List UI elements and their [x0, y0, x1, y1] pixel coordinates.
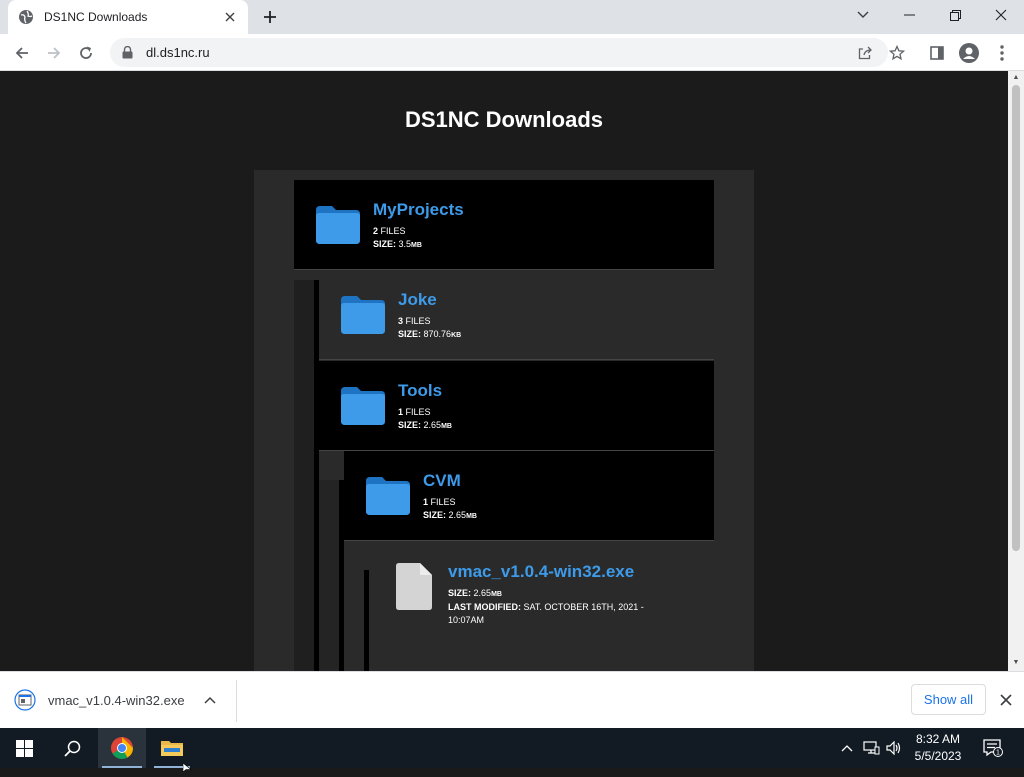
- scroll-up-icon[interactable]: ▲: [1012, 74, 1020, 82]
- windows-start-icon[interactable]: [0, 728, 48, 768]
- file-icon: [396, 563, 432, 610]
- forward-icon[interactable]: [41, 40, 67, 66]
- new-tab-icon[interactable]: [260, 7, 280, 27]
- file-tree-panel: MyProjects 2 FILES SIZE: 3.5MB Joke 3 FI…: [254, 170, 754, 671]
- folder-meta: 1 FILES SIZE: 2.65MB: [423, 497, 477, 520]
- file-row-vmac[interactable]: vmac_v1.0.4-win32.exe SIZE: 2.65MB LAST …: [369, 542, 714, 652]
- folder-meta: 1 FILES SIZE: 2.65MB: [398, 407, 452, 430]
- show-all-button[interactable]: Show all: [911, 684, 986, 715]
- globe-icon: [18, 9, 34, 25]
- minimize-icon[interactable]: [886, 0, 932, 30]
- folder-row-myprojects[interactable]: MyProjects 2 FILES SIZE: 3.5MB: [294, 180, 714, 270]
- download-file-name: vmac_v1.0.4-win32.exe: [48, 692, 185, 708]
- clock-date: 5/5/2023: [914, 749, 962, 763]
- file-name[interactable]: vmac_v1.0.4-win32.exe: [448, 562, 634, 582]
- url-text: dl.ds1nc.ru: [146, 45, 210, 60]
- folder-icon: [341, 387, 385, 425]
- page-content: DS1NC Downloads MyProjects 2 FILES SIZE:…: [0, 71, 1008, 671]
- folder-meta: 3 FILES SIZE: 870.76KB: [398, 316, 462, 339]
- clock[interactable]: 8:32 AM 5/5/2023: [906, 731, 970, 765]
- folder-icon: [366, 477, 410, 515]
- network-icon[interactable]: [860, 728, 882, 768]
- scroll-down-icon[interactable]: ▼: [1012, 659, 1020, 667]
- browser-toolbar: dl.ds1nc.ru: [0, 34, 1024, 71]
- volume-icon[interactable]: [884, 728, 904, 768]
- close-window-icon[interactable]: [978, 0, 1024, 30]
- folder-row-cvm[interactable]: CVM 1 FILES SIZE: 2.65MB: [344, 451, 714, 541]
- back-icon[interactable]: [9, 40, 35, 66]
- notification-count: 1: [996, 750, 1000, 757]
- folder-name[interactable]: MyProjects: [373, 200, 464, 220]
- menu-kebab-icon[interactable]: [989, 40, 1015, 66]
- exe-file-icon: [12, 687, 38, 713]
- page-title: DS1NC Downloads: [404, 107, 604, 132]
- taskbar: 8:32 AM 5/5/2023 1: [0, 728, 1024, 773]
- folder-name[interactable]: Tools: [398, 381, 442, 401]
- folder-name[interactable]: CVM: [423, 471, 461, 491]
- profile-avatar-icon[interactable]: [956, 40, 982, 66]
- tab-close-icon[interactable]: [222, 9, 238, 25]
- scrollbar-thumb[interactable]: [1012, 85, 1020, 551]
- share-icon[interactable]: [856, 44, 874, 62]
- tab-search-chevron-icon[interactable]: [840, 0, 886, 30]
- folder-icon: [341, 296, 385, 334]
- close-download-bar-icon[interactable]: [996, 690, 1016, 710]
- lock-icon[interactable]: [122, 46, 136, 60]
- tab-strip: DS1NC Downloads: [0, 0, 1024, 34]
- side-panel-icon[interactable]: [924, 40, 950, 66]
- mouse-cursor-icon: [182, 759, 193, 773]
- folder-icon: [316, 206, 360, 244]
- folder-row-joke[interactable]: Joke 3 FILES SIZE: 870.76KB: [319, 270, 714, 360]
- bookmark-star-icon[interactable]: [888, 44, 906, 62]
- show-hidden-icons-icon[interactable]: [838, 728, 856, 768]
- search-icon[interactable]: [48, 728, 96, 768]
- divider: [236, 680, 237, 722]
- download-item[interactable]: vmac_v1.0.4-win32.exe: [12, 682, 220, 718]
- chrome-taskbar-icon[interactable]: [98, 728, 146, 768]
- download-bar: vmac_v1.0.4-win32.exe Show all: [0, 671, 1024, 728]
- file-meta: SIZE: 2.65MB LAST MODIFIED: SAT. OCTOBER…: [448, 588, 644, 625]
- notification-center-icon[interactable]: 1: [980, 728, 1006, 768]
- reload-icon[interactable]: [73, 40, 99, 66]
- browser-tab[interactable]: DS1NC Downloads: [8, 0, 248, 34]
- address-bar[interactable]: dl.ds1nc.ru: [110, 38, 905, 67]
- tab-title: DS1NC Downloads: [44, 10, 148, 24]
- folder-row-tools[interactable]: Tools 1 FILES SIZE: 2.65MB: [319, 361, 714, 451]
- chevron-up-icon[interactable]: [200, 690, 220, 710]
- clock-time: 8:32 AM: [915, 732, 961, 746]
- folder-name[interactable]: Joke: [398, 290, 437, 310]
- folder-meta: 2 FILES SIZE: 3.5MB: [373, 226, 422, 249]
- page-scrollbar[interactable]: ▲ ▼: [1008, 71, 1024, 671]
- restore-icon[interactable]: [932, 0, 978, 30]
